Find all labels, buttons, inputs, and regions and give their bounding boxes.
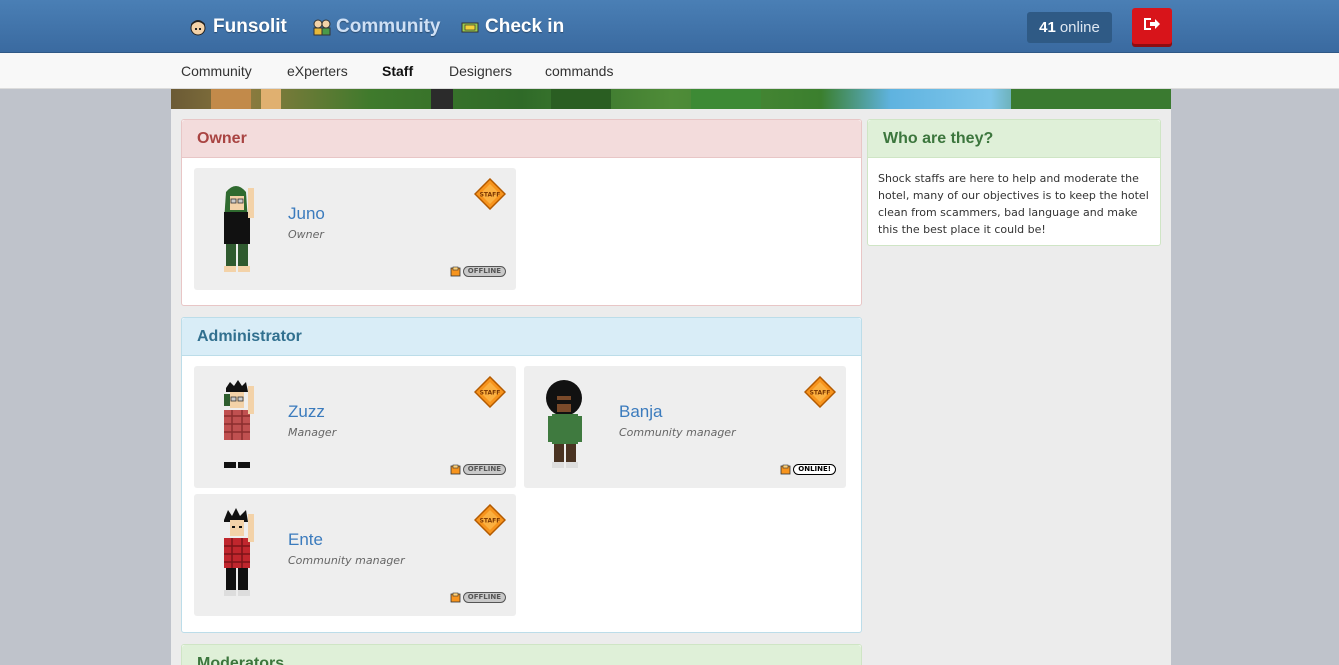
content-area: Owner Juno Owner STAFF OFFLINE Administr… (171, 109, 1171, 665)
staff-badge-icon: STAFF (473, 375, 507, 409)
subnav-community[interactable]: Community (181, 63, 252, 79)
ticket-icon (461, 18, 479, 36)
staff-rank: Owner (288, 228, 324, 241)
header-banner (171, 89, 1171, 109)
status-text: OFFLINE (462, 266, 506, 277)
top-bar: Funsolit Community Check in 41 online (0, 0, 1339, 53)
staff-badge-text: STAFF (480, 518, 501, 525)
status-text: ONLINE! (793, 464, 836, 475)
nav-brand[interactable]: Funsolit (189, 14, 287, 40)
status-box-icon (450, 588, 461, 607)
staff-rank: Community manager (288, 554, 405, 567)
administrator-panel: Administrator Zuzz Manager STAFF OFFLINE… (181, 317, 862, 633)
staff-name[interactable]: Zuzz (288, 402, 325, 422)
subnav-designers[interactable]: Designers (449, 63, 512, 79)
nav-checkin[interactable]: Check in (461, 14, 564, 40)
staff-name[interactable]: Banja (619, 402, 662, 422)
staff-badge-text: STAFF (480, 390, 501, 397)
status-box-icon (780, 460, 791, 479)
online-counter: 41 online (1027, 12, 1112, 43)
subnav-experters[interactable]: eXperters (287, 63, 348, 79)
online-count: 41 (1039, 19, 1056, 36)
status-indicator: OFFLINE (450, 463, 506, 476)
staff-name[interactable]: Ente (288, 530, 323, 550)
sub-navigation: Community eXperters Staff Designers comm… (0, 53, 1339, 89)
staff-badge-text: STAFF (810, 390, 831, 397)
staff-card-ente: Ente Community manager STAFF OFFLINE (194, 494, 516, 616)
avatar (212, 508, 262, 606)
moderators-panel: Moderators (181, 644, 862, 665)
avatar (212, 380, 262, 478)
status-indicator: OFFLINE (450, 591, 506, 604)
avatar (212, 182, 262, 280)
staff-rank: Community manager (619, 426, 736, 439)
staff-badge-icon: STAFF (473, 503, 507, 537)
moderators-panel-title: Moderators (182, 645, 861, 665)
staff-rank: Manager (288, 426, 337, 439)
logout-icon (1142, 16, 1162, 36)
who-are-they-title: Who are they? (868, 120, 1160, 158)
subnav-commands[interactable]: commands (545, 63, 613, 79)
who-are-they-text: Shock staffs are here to help and modera… (878, 172, 1149, 236)
people-icon (312, 18, 331, 36)
administrator-panel-title: Administrator (182, 318, 861, 356)
avatar (538, 380, 598, 478)
staff-badge-icon: STAFF (473, 177, 507, 211)
nav-brand-label: Funsolit (213, 16, 287, 37)
status-indicator: OFFLINE (450, 265, 506, 278)
staff-card-banja: Banja Community manager STAFF ONLINE! (524, 366, 846, 488)
status-box-icon (450, 460, 461, 479)
status-box-icon (450, 262, 461, 281)
logout-button[interactable] (1132, 8, 1172, 44)
staff-badge-text: STAFF (480, 192, 501, 199)
staff-card-juno: Juno Owner STAFF OFFLINE (194, 168, 516, 290)
nav-checkin-label: Check in (485, 16, 565, 37)
owner-panel-title: Owner (182, 120, 861, 158)
avatar-head-icon (189, 18, 207, 36)
status-text: OFFLINE (462, 464, 506, 475)
staff-badge-icon: STAFF (803, 375, 837, 409)
owner-panel: Owner Juno Owner STAFF OFFLINE (181, 119, 862, 306)
who-are-they-panel: Who are they? Shock staffs are here to h… (867, 119, 1161, 246)
staff-card-zuzz: Zuzz Manager STAFF OFFLINE (194, 366, 516, 488)
status-text: OFFLINE (462, 592, 506, 603)
nav-community[interactable]: Community (312, 14, 441, 40)
online-label: online (1059, 19, 1100, 36)
status-indicator: ONLINE! (780, 463, 836, 476)
staff-name[interactable]: Juno (288, 204, 325, 224)
subnav-staff[interactable]: Staff (382, 63, 413, 79)
nav-community-label: Community (336, 16, 441, 37)
